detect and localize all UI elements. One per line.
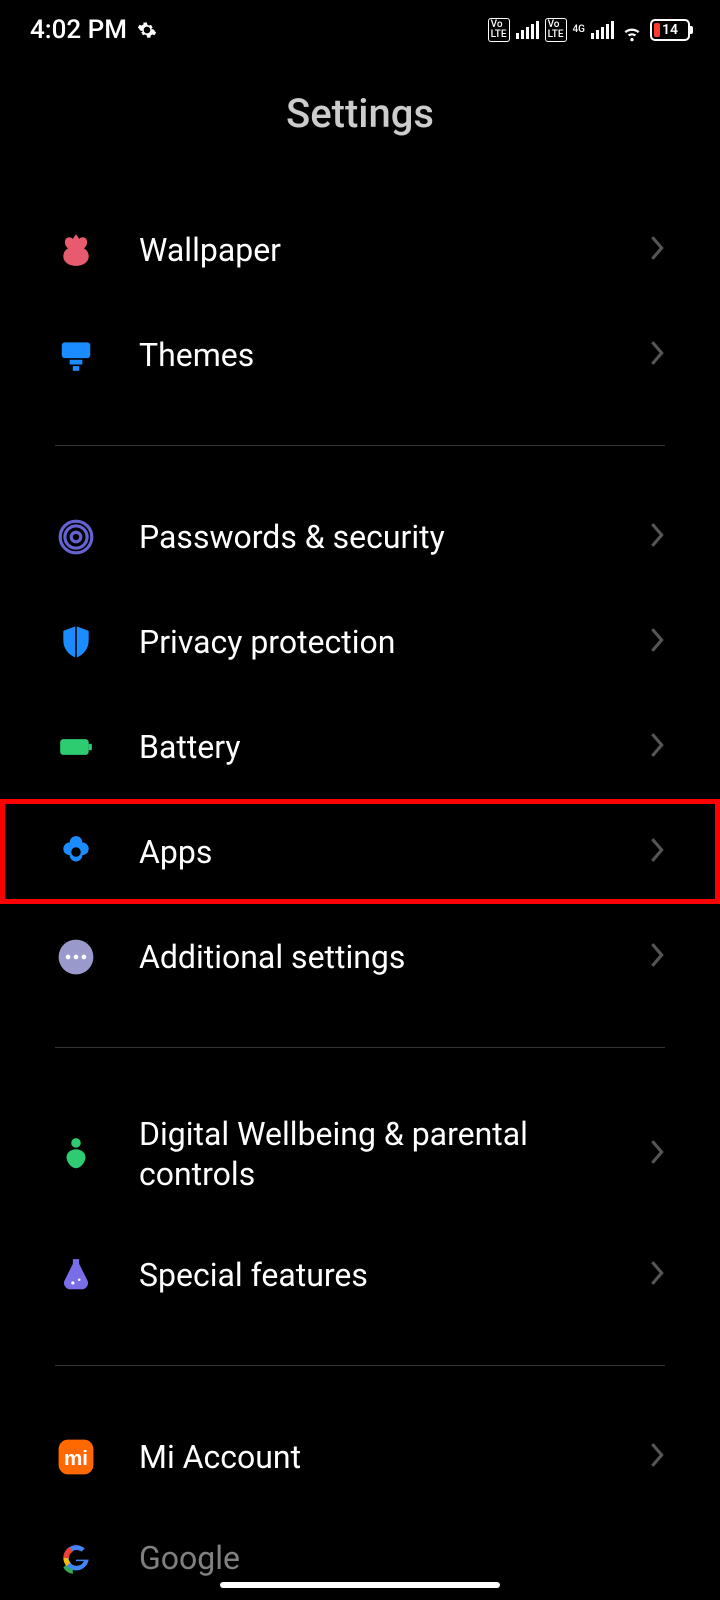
wifi-icon [620,20,644,40]
settings-label: Passwords & security [139,517,649,557]
signal-icon-2 [591,21,614,39]
themes-icon [55,334,97,376]
page-title: Settings [0,60,720,197]
settings-label: Digital Wellbeing & parental controls [139,1114,649,1194]
chevron-right-icon [649,521,665,553]
settings-item-privacy[interactable]: Privacy protection [0,589,720,694]
status-bar: 4:02 PM VoLTE VoLTE 4G 14 [0,0,720,60]
network-label: 4G [573,25,586,35]
settings-label: Privacy protection [139,622,649,662]
home-indicator[interactable] [220,1582,500,1588]
settings-label: Battery [139,727,649,767]
settings-label: Apps [139,832,649,872]
divider [55,1365,665,1366]
settings-item-google[interactable]: Google [0,1509,720,1579]
settings-label: Mi Account [139,1437,649,1477]
signal-icon [516,21,539,39]
battery-level: 14 [662,22,678,38]
chevron-right-icon [649,731,665,763]
chevron-right-icon [649,1259,665,1291]
svg-text:mi: mi [64,1446,88,1469]
settings-item-special-features[interactable]: Special features [0,1222,720,1327]
gear-icon [137,20,157,40]
status-right: VoLTE VoLTE 4G 14 [488,18,690,42]
status-time: 4:02 PM [30,15,127,45]
divider [55,445,665,446]
wallpaper-icon [55,229,97,271]
chevron-right-icon [649,339,665,371]
settings-list: Wallpaper Themes Passwords & security Pr… [0,197,720,1579]
settings-item-additional[interactable]: Additional settings [0,904,720,1009]
status-left: 4:02 PM [30,15,157,45]
more-icon [55,936,97,978]
settings-item-digital-wellbeing[interactable]: Digital Wellbeing & parental controls [0,1086,720,1222]
google-icon [55,1537,97,1579]
shield-icon [55,621,97,663]
settings-item-apps[interactable]: Apps [0,799,720,904]
chevron-right-icon [649,234,665,266]
volte-icon: VoLTE [488,18,510,42]
settings-label: Wallpaper [139,230,649,270]
chevron-right-icon [649,836,665,868]
settings-label: Google [139,1538,665,1578]
settings-label: Additional settings [139,937,649,977]
settings-item-battery[interactable]: Battery [0,694,720,799]
chevron-right-icon [649,626,665,658]
apps-icon [55,831,97,873]
divider [55,1047,665,1048]
wellbeing-icon [55,1133,97,1175]
battery-icon [55,726,97,768]
fingerprint-icon [55,516,97,558]
flask-icon [55,1254,97,1296]
chevron-right-icon [649,1138,665,1170]
settings-label: Themes [139,335,649,375]
settings-label: Special features [139,1255,649,1295]
volte-icon-2: VoLTE [545,18,567,42]
chevron-right-icon [649,1441,665,1473]
settings-item-wallpaper[interactable]: Wallpaper [0,197,720,302]
settings-item-themes[interactable]: Themes [0,302,720,407]
chevron-right-icon [649,941,665,973]
mi-icon: mi [55,1436,97,1478]
settings-item-passwords[interactable]: Passwords & security [0,484,720,589]
settings-item-mi-account[interactable]: mi Mi Account [0,1404,720,1509]
battery-icon: 14 [650,19,690,41]
